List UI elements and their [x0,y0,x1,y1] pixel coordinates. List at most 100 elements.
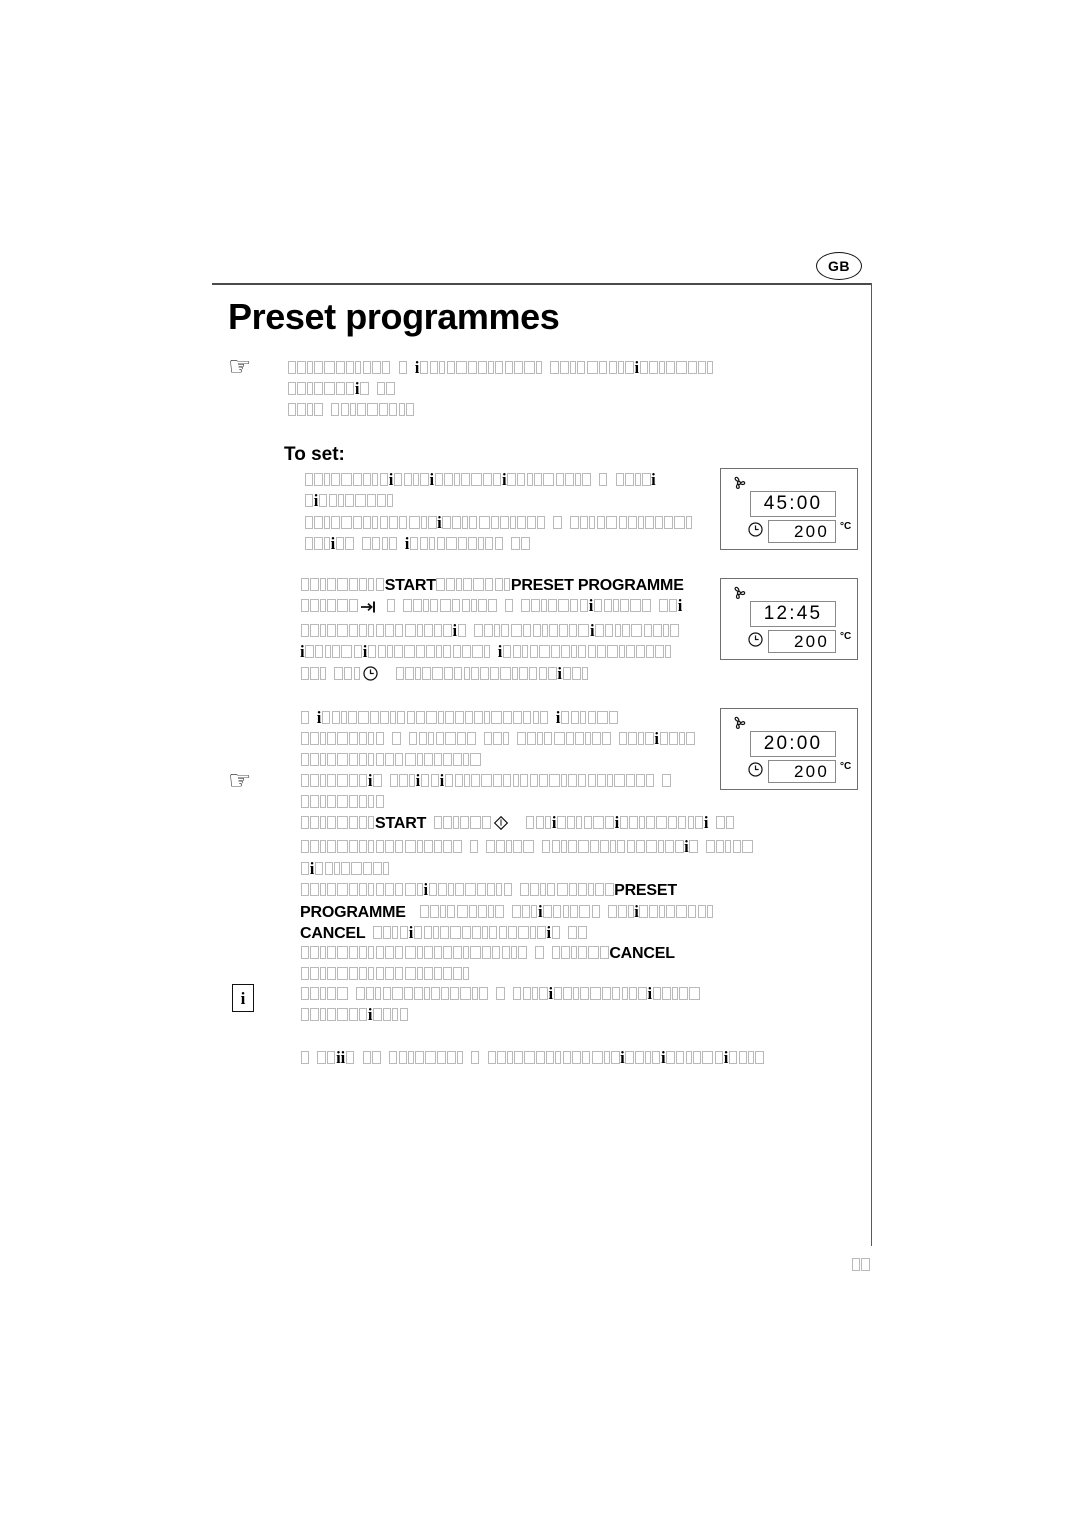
missing-glyph-box [627,904,634,918]
missing-glyph-box [437,1051,446,1064]
manual-page: GB Preset programmes ☞ ☞ i To set: iii i… [0,0,1080,1528]
missing-glyph-box [349,752,358,766]
missing-glyph-box [460,987,472,1000]
missing-glyph-box [386,382,395,396]
missing-glyph-box [469,946,481,960]
missing-glyph-box [578,926,587,940]
missing-glyph-box [381,537,388,551]
rendered-letter-i: i [437,512,442,532]
missing-glyph-box [336,623,348,637]
missing-glyph-box [461,515,468,529]
missing-glyph-box [597,711,609,724]
missing-glyph-box [487,361,494,374]
rendered-letter-i: i [429,470,435,489]
missing-glyph-box [460,816,469,830]
paragraph-set-step-1: iiiiiiii [304,470,714,556]
missing-glyph-box [453,816,460,830]
missing-glyph-box [498,926,508,940]
missing-glyph-box [394,946,404,960]
missing-glyph-box [626,645,635,659]
missing-glyph-box [543,732,553,746]
missing-glyph-box [349,623,358,637]
missing-glyph-box [561,840,568,854]
missing-glyph-box [517,732,526,746]
missing-glyph-box [404,840,416,854]
missing-glyph-box [607,774,613,788]
missing-glyph-box [310,599,319,613]
missing-glyph-box [561,645,570,659]
text-line: i [300,1005,770,1026]
missing-glyph-box [725,840,732,854]
country-badge: GB [816,252,862,280]
missing-glyph-box [605,816,614,830]
missing-glyph-box [336,1008,348,1022]
missing-glyph-box [597,645,606,659]
missing-glyph-box [642,473,651,486]
text-line: START PRESET PROGRAMME [300,576,720,596]
missing-glyph-box [358,578,368,591]
missing-glyph-box [479,987,488,1000]
missing-glyph-box [416,623,423,637]
missing-glyph-box [688,987,700,1000]
missing-glyph-box [418,732,428,746]
missing-glyph-box [697,361,707,374]
missing-glyph-box [435,645,442,659]
missing-glyph-box [436,578,445,591]
missing-glyph-box [576,361,586,374]
missing-glyph-box [375,966,385,980]
missing-glyph-box [375,752,385,766]
missing-glyph-box [353,473,362,486]
missing-glyph-box [559,623,568,637]
missing-glyph-box [327,966,336,980]
missing-glyph-box [373,926,382,940]
missing-glyph-box [472,987,479,1000]
missing-glyph-box [598,361,608,374]
missing-glyph-box [314,473,323,486]
missing-glyph-box [310,966,319,980]
missing-glyph-box [456,904,468,918]
missing-glyph-box [501,946,511,960]
missing-glyph-box [665,840,674,854]
missing-glyph-box [482,816,491,830]
missing-glyph-box [416,840,423,854]
missing-glyph-box [423,926,433,940]
missing-glyph-box [413,473,420,486]
missing-glyph-box [420,515,427,529]
missing-glyph-box [368,794,375,808]
rendered-letter-i: i [439,771,445,791]
missing-glyph-box [471,645,483,659]
missing-glyph-box [477,537,484,551]
rendered-letter-i: i [414,358,420,377]
missing-glyph-box [349,578,358,591]
missing-glyph-box [375,794,385,808]
missing-glyph-box [527,515,536,529]
missing-glyph-box [470,1051,480,1064]
text-line: ii i i i [300,1048,780,1069]
missing-glyph-box [314,645,324,659]
missing-glyph-box [310,578,319,591]
missing-glyph-box [626,840,636,854]
missing-glyph-box [310,946,319,960]
missing-glyph-box [755,1051,764,1064]
missing-glyph-box [300,840,310,854]
missing-glyph-box [336,946,348,960]
missing-glyph-box [385,966,394,980]
rendered-letter-i: i [634,358,640,377]
missing-glyph-box [597,774,606,788]
missing-glyph-box [345,382,355,396]
missing-glyph-box [372,515,379,529]
missing-glyph-box [380,711,389,724]
missing-glyph-box [450,987,459,1000]
missing-glyph-box [608,904,617,918]
missing-glyph-box [408,732,418,746]
missing-glyph-box [442,515,451,529]
missing-glyph-box [478,361,487,374]
missing-glyph-box [340,473,352,486]
missing-glyph-box [666,904,675,918]
missing-glyph-box [464,774,471,788]
rendered-letter-i: i [557,663,562,683]
missing-glyph-box [297,402,306,416]
missing-glyph-box [600,946,609,960]
missing-glyph-box [500,515,509,529]
missing-glyph-box [452,515,461,529]
